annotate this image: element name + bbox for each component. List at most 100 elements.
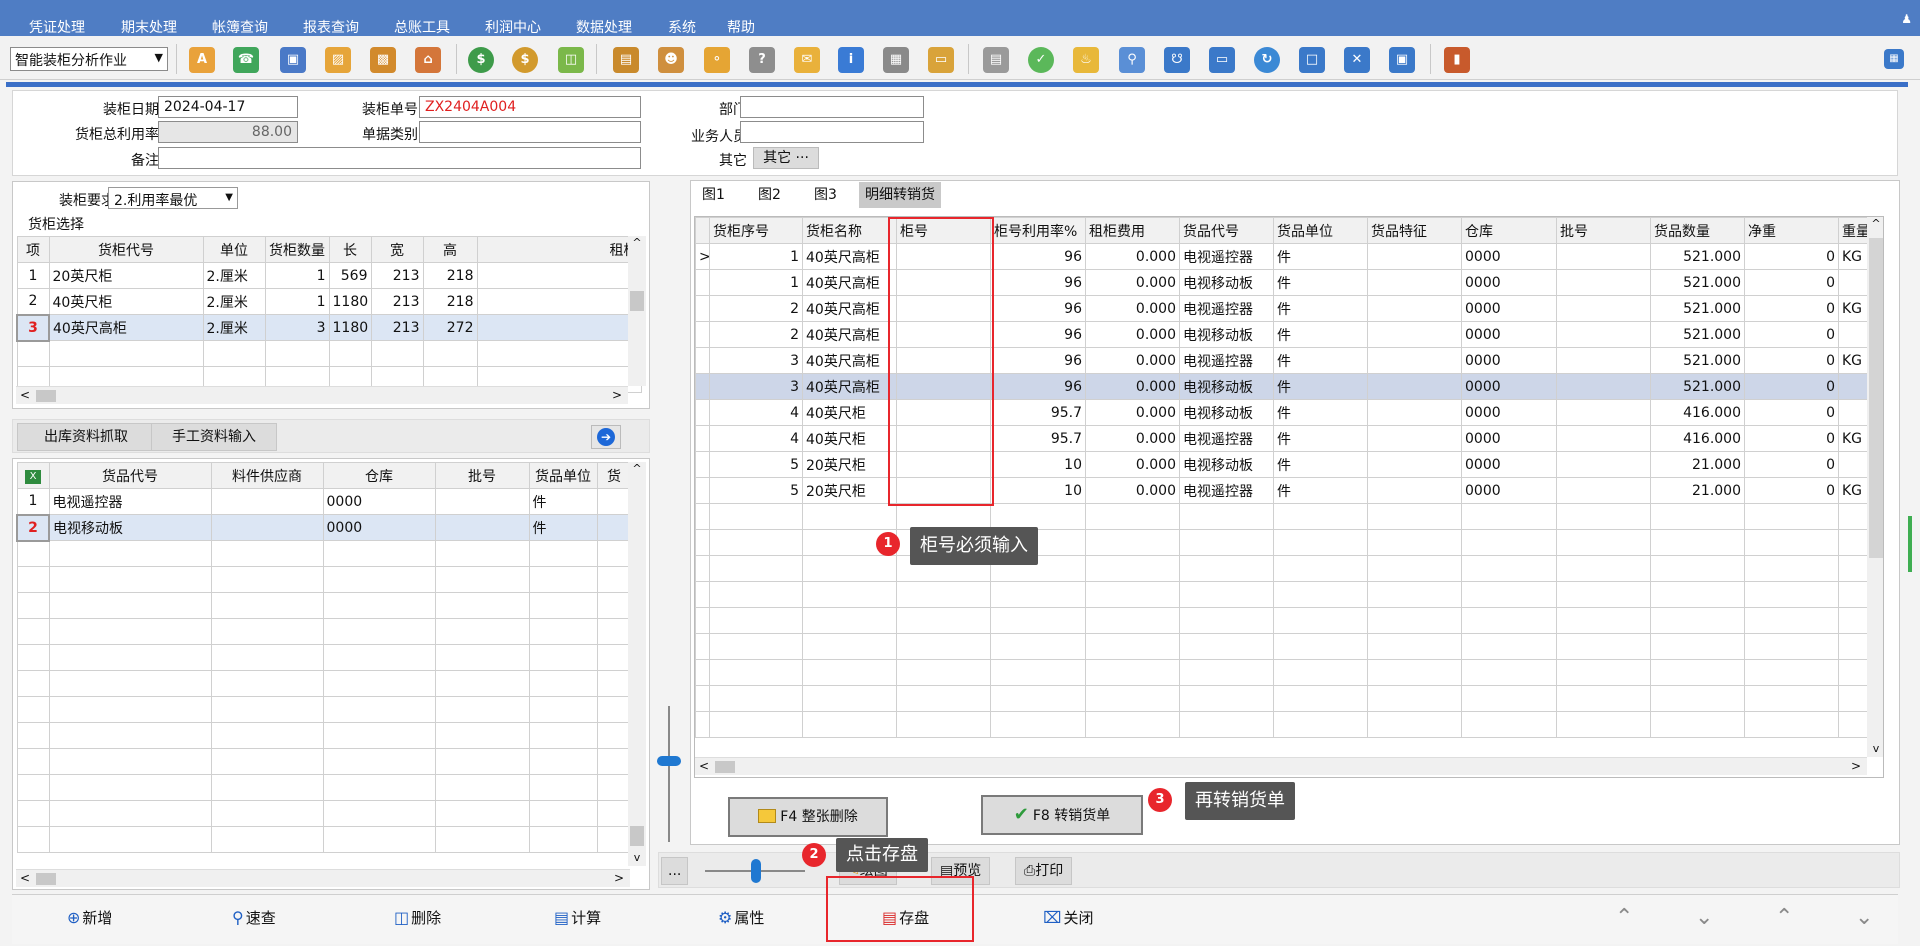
detail-cell[interactable]: 0: [1744, 243, 1839, 270]
detail-cell[interactable]: 96: [990, 347, 1086, 374]
detail-row[interactable]: 3 40英尺高柜 96 0.000 电视移动板件 0000 521.000 0: [695, 373, 1883, 400]
goods-vscroll[interactable]: ^ v: [628, 462, 646, 866]
detail-row[interactable]: 1 40英尺高柜 96 0.000 电视移动板件 0000 521.000 0: [695, 269, 1883, 296]
detail-cell[interactable]: 件: [1273, 399, 1368, 426]
user-icon[interactable]: ♟: [1901, 12, 1912, 26]
detail-cell[interactable]: 件: [1273, 321, 1368, 348]
briefcase-icon[interactable]: ▩: [370, 47, 396, 73]
detail-cell[interactable]: 0000: [1461, 321, 1557, 348]
spell-check-icon[interactable]: A: [189, 47, 215, 73]
table-row[interactable]: 1 20英尺柜 2.厘米 1 569 213 218: [16, 262, 642, 289]
search-icon[interactable]: ⚲: [1119, 47, 1145, 73]
type-field[interactable]: [419, 121, 641, 143]
help-doc-icon[interactable]: ?: [749, 47, 775, 73]
detail-cell[interactable]: 416.000: [1650, 425, 1745, 452]
detail-cell[interactable]: 0.000: [1085, 295, 1180, 322]
detail-cell[interactable]: 0.000: [1085, 399, 1180, 426]
detail-cell[interactable]: [1556, 373, 1651, 400]
detail-cell[interactable]: [1556, 347, 1651, 374]
detail-cell[interactable]: 电视遥控器: [1179, 425, 1274, 452]
detail-cell[interactable]: [1556, 295, 1651, 322]
detail-cell[interactable]: 0.000: [1085, 425, 1180, 452]
detail-col-header[interactable]: 净重: [1744, 217, 1839, 244]
detail-cell[interactable]: [1367, 321, 1462, 348]
close-button[interactable]: ⌧ 关闭: [1043, 907, 1093, 928]
detail-cell[interactable]: 20英尺柜: [802, 477, 897, 504]
col-length[interactable]: 长: [328, 236, 372, 263]
detail-cell[interactable]: 电视移动板: [1179, 373, 1274, 400]
detail-cell[interactable]: 96: [990, 269, 1086, 296]
zoom-vslider[interactable]: [657, 706, 681, 842]
clipboard-icon[interactable]: ▤: [613, 47, 639, 73]
key-icon[interactable]: ⚬: [704, 47, 730, 73]
col-goods-unit[interactable]: 货品单位: [528, 462, 598, 489]
detail-cell[interactable]: [1556, 243, 1651, 270]
detail-row[interactable]: 2 40英尺高柜 96 0.000 电视移动板件 0000 521.000 0: [695, 321, 1883, 348]
detail-row[interactable]: 4 40英尺柜 95.7 0.000 电视移动板件 0000 416.000 0: [695, 399, 1883, 426]
detail-cell[interactable]: 0000: [1461, 399, 1557, 426]
detail-cell[interactable]: 0: [1744, 399, 1839, 426]
detail-cell[interactable]: 0.000: [1085, 347, 1180, 374]
detail-cell[interactable]: [1556, 477, 1651, 504]
fetch-outbound-button[interactable]: 出库资料抓取: [17, 423, 155, 451]
detail-col-header[interactable]: 货品单位: [1273, 217, 1368, 244]
detail-cell[interactable]: 95.7: [990, 425, 1086, 452]
detail-col-header[interactable]: 柜号利用率%: [990, 217, 1086, 244]
detail-cell[interactable]: [1367, 451, 1462, 478]
col-batch[interactable]: 批号: [434, 462, 530, 489]
tab-chart1[interactable]: 图1: [696, 182, 731, 208]
convert-sales-button[interactable]: ✔ F8 转销货单: [981, 795, 1143, 835]
zoom-slider-thumb[interactable]: [751, 859, 761, 883]
req-select[interactable]: 2.利用率最优 ▼: [108, 187, 238, 209]
money-bag-icon[interactable]: $: [512, 47, 538, 73]
col-goods-more[interactable]: 货: [596, 462, 632, 489]
col-width[interactable]: 宽: [370, 236, 424, 263]
detail-cell[interactable]: 件: [1273, 425, 1368, 452]
detail-cell[interactable]: 4: [709, 399, 803, 426]
detail-cell[interactable]: 0000: [1461, 295, 1557, 322]
lock-icon[interactable]: ▨: [325, 47, 351, 73]
module-select[interactable]: 智能装柜分析作业 ▼: [10, 47, 168, 71]
col-unit[interactable]: 单位: [202, 236, 266, 263]
date-field[interactable]: 2024-04-17: [158, 96, 298, 118]
next-icon[interactable]: ⌄: [1695, 905, 1713, 930]
detail-cell[interactable]: [1556, 399, 1651, 426]
detail-cell[interactable]: 件: [1273, 347, 1368, 374]
detail-col-header[interactable]: 货柜序号: [709, 217, 803, 244]
detail-cell[interactable]: 0000: [1461, 243, 1557, 270]
detail-cell[interactable]: 21.000: [1650, 451, 1745, 478]
detail-cell[interactable]: 521.000: [1650, 269, 1745, 296]
detail-cell[interactable]: 0: [1744, 373, 1839, 400]
goods-hscroll[interactable]: < >: [16, 869, 630, 887]
computer-icon[interactable]: ▣: [280, 47, 306, 73]
menu-gl-tools[interactable]: 总账工具: [394, 17, 450, 37]
col-goods-code[interactable]: 货品代号: [48, 462, 212, 489]
org-chart-icon[interactable]: ☋: [1164, 47, 1190, 73]
detail-cell[interactable]: 0: [1744, 347, 1839, 374]
detail-cell[interactable]: 521.000: [1650, 243, 1745, 270]
tab-detail-to-sales[interactable]: 明细转销货: [859, 182, 941, 208]
col-supplier[interactable]: 料件供应商: [210, 462, 324, 489]
col-warehouse[interactable]: 仓库: [322, 462, 436, 489]
detail-cell[interactable]: [1556, 321, 1651, 348]
detail-cell[interactable]: 电视遥控器: [1179, 295, 1274, 322]
monitor-icon[interactable]: ▭: [1209, 47, 1235, 73]
sales-field[interactable]: [740, 121, 924, 143]
detail-cell[interactable]: 10: [990, 451, 1086, 478]
add-button[interactable]: ⊕ 新增: [67, 907, 112, 928]
calc-button[interactable]: ▤ 计算: [554, 907, 601, 928]
detail-cell[interactable]: 电视遥控器: [1179, 477, 1274, 504]
detail-cell[interactable]: 0.000: [1085, 373, 1180, 400]
detail-cell[interactable]: 3: [709, 347, 803, 374]
detail-cell[interactable]: [1367, 399, 1462, 426]
detail-cell[interactable]: 5: [709, 477, 803, 504]
detail-cell[interactable]: 件: [1273, 373, 1368, 400]
detail-cell[interactable]: 10: [990, 477, 1086, 504]
detail-cell[interactable]: [1556, 269, 1651, 296]
detail-cell[interactable]: 0000: [1461, 477, 1557, 504]
menu-help[interactable]: 帮助: [727, 17, 755, 37]
close-window-icon[interactable]: ✕: [1344, 47, 1370, 73]
detail-cell[interactable]: 95.7: [990, 399, 1086, 426]
detail-cell[interactable]: 0000: [1461, 347, 1557, 374]
detail-cell[interactable]: 电视移动板: [1179, 399, 1274, 426]
